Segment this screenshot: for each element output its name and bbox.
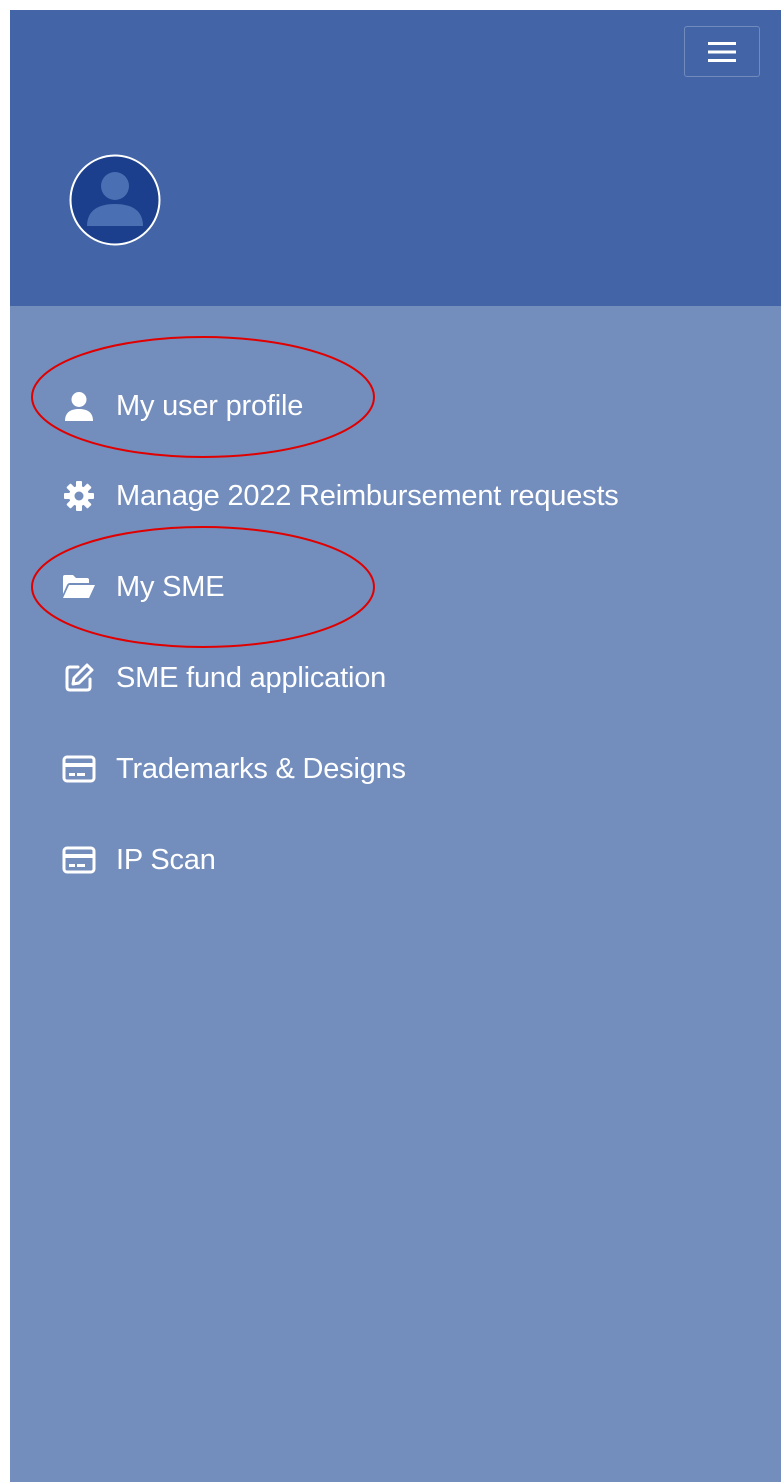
menu-toggle-button[interactable] [684,26,760,77]
user-avatar[interactable] [69,154,161,246]
sidebar-item-sme-fund-application[interactable]: SME fund application [60,650,386,706]
sidebar-item-label: My SME [116,570,225,603]
folder-open-icon [60,571,98,603]
sidebar-item-ip-scan[interactable]: IP Scan [60,832,216,888]
sidebar-item-label: Manage 2022 Reimbursement requests [116,479,619,512]
hamburger-menu-icon [708,41,736,62]
user-icon [60,390,98,422]
sidebar-panel: My user profile Manage 2022 Reimbursemen… [10,10,781,1482]
sidebar-item-my-sme[interactable]: My SME [60,559,225,615]
sidebar-item-trademarks-designs[interactable]: Trademarks & Designs [60,741,406,797]
sidebar-item-label: My user profile [116,389,304,422]
credit-card-icon [60,753,98,785]
sidebar-item-label: Trademarks & Designs [116,752,406,785]
sidebar-item-manage-reimbursement-requests[interactable]: Manage 2022 Reimbursement requests [60,468,619,524]
edit-icon [60,662,98,694]
gear-icon [60,480,98,512]
credit-card-icon [60,844,98,876]
user-avatar-icon [69,154,161,246]
sidebar-header [10,10,781,306]
sidebar-item-label: IP Scan [116,843,216,876]
sidebar-item-my-user-profile[interactable]: My user profile [60,378,303,434]
sidebar-item-label: SME fund application [116,661,387,694]
